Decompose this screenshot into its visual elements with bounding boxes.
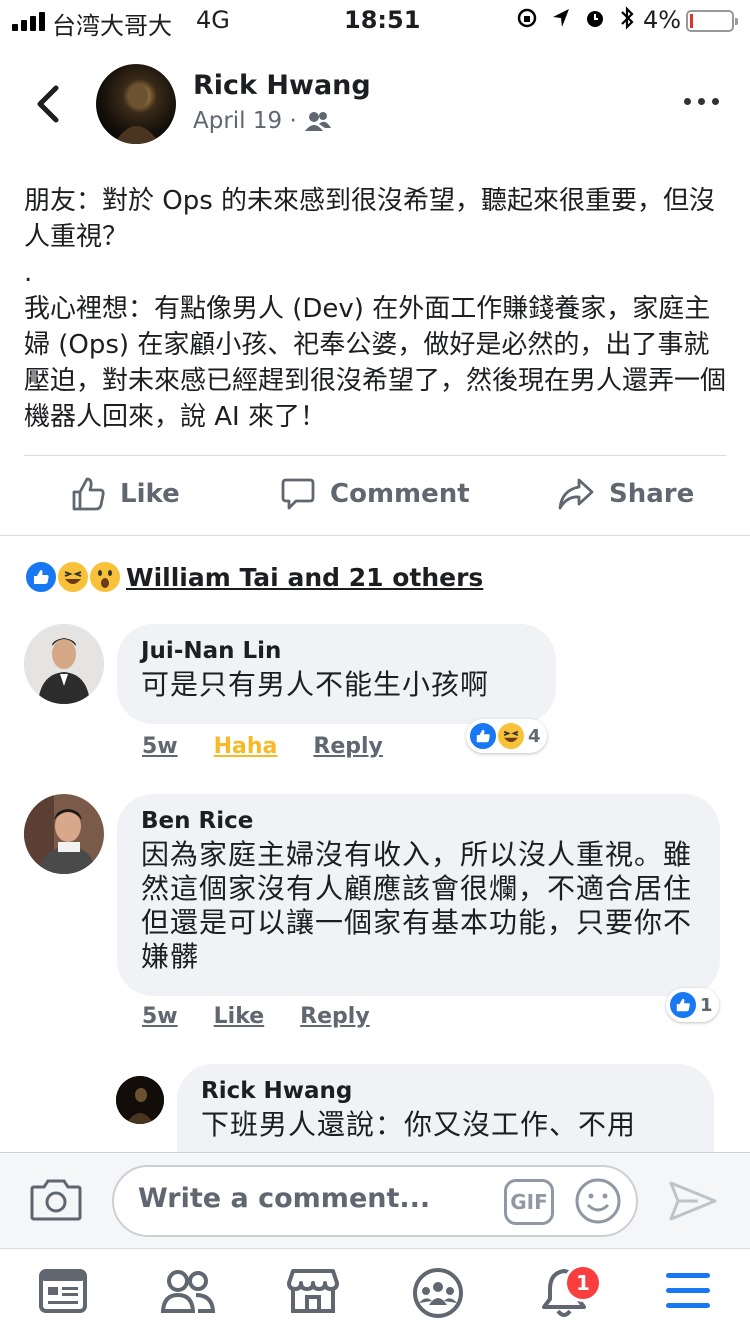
signal-icon [12,12,45,31]
like-label: Like [120,479,180,509]
comment-input-placeholder: Write a comment... [138,1183,431,1214]
comment-bubble[interactable]: Jui-Nan Lin 可是只有男人不能生小孩啊 [117,624,556,724]
friends-icon [160,1270,216,1313]
commenter-avatar[interactable] [116,1076,164,1124]
commenter-avatar[interactable] [24,794,104,874]
share-icon [558,478,594,510]
orientation-lock-icon [517,8,537,28]
haha-reaction-icon [496,721,526,751]
comment-meta: 5w Haha Reply [142,734,383,759]
comment-time[interactable]: 5w [142,734,178,759]
menu-icon [666,1273,710,1308]
chevron-left-icon [37,85,59,123]
comment-text: 可是只有男人不能生小孩啊 [141,668,490,701]
network-type: 4G [196,6,230,34]
haha-reaction-icon [56,560,90,594]
bottom-tab-bar [0,1248,750,1334]
comment-author[interactable]: Jui-Nan Lin [141,638,532,664]
tab-groups[interactable] [412,1267,464,1323]
camera-button[interactable] [30,1177,82,1225]
comment-button[interactable]: Comment [280,476,470,512]
more-options-button[interactable] [684,98,719,105]
reaction-count: 4 [528,725,541,747]
post-actions-bar: Like Comment Share [0,470,750,524]
sticker-button[interactable] [574,1177,622,1229]
comment-meta: 5w Like Reply [142,1004,370,1029]
send-button[interactable] [668,1179,718,1227]
status-bar: 台湾大哥大 4G 18:51 4% [0,0,750,40]
tab-menu[interactable] [664,1269,712,1317]
camera-icon [30,1179,82,1221]
tab-marketplace[interactable] [287,1267,339,1319]
comment-input[interactable]: Write a comment... GIF [112,1165,638,1237]
send-icon [669,1181,717,1221]
status-time: 18:51 [344,6,421,34]
battery-icon [686,10,738,32]
bluetooth-icon [621,6,634,30]
marketplace-icon [287,1269,339,1313]
divider [0,535,750,536]
like-button[interactable]: Like [70,476,180,512]
news-feed-icon [39,1269,87,1313]
share-label: Share [609,479,695,509]
comment-composer: Write a comment... GIF [0,1152,750,1248]
post-body-text: 朋友：對於 Ops 的未來感到很沒希望，聽起來很重要，但沒人重視？ . 我心裡想… [24,186,727,432]
comment-time[interactable]: 5w [142,1004,178,1029]
thumbs-up-icon [72,477,105,511]
smiley-icon [575,1178,621,1224]
post-author-name[interactable]: Rick Hwang [193,70,371,101]
comment-text: 下班男人還說：你又沒工作、不用 [201,1108,637,1141]
reaction-names: William Tai and 21 others [126,562,484,592]
comment-author[interactable]: Ben Rice [141,808,696,834]
comment-reply-button[interactable]: Reply [313,734,383,759]
comment-author[interactable]: Rick Hwang [201,1078,690,1104]
comment-like-button[interactable]: Like [214,1004,265,1029]
tab-friends[interactable] [160,1267,216,1319]
wow-reaction-icon [88,560,122,594]
comment-text: 因為家庭主婦沒有收入，所以沒人重視。雖然這個家沒有人顧應該會很爛，不適合居住但還… [141,838,693,973]
commenter-avatar[interactable] [24,624,104,704]
comment-reactions-badge[interactable]: 1 [666,988,719,1022]
reaction-count: 1 [700,994,713,1016]
author-avatar[interactable] [96,64,176,144]
carrier-name: 台湾大哥大 [52,12,172,40]
battery-percent: 4% [643,6,682,34]
alarm-icon [587,11,603,27]
comment-reactions-badge[interactable]: 4 [466,719,547,753]
comment-reaction-button[interactable]: Haha [214,734,278,759]
status-icons [516,6,635,32]
notification-badge: 1 [564,1264,602,1302]
post-date[interactable]: April 19 · [193,108,331,134]
like-reaction-icon [24,560,58,594]
like-reaction-icon [468,721,498,751]
groups-icon [413,1268,463,1318]
comment-icon [281,478,315,510]
tab-news-feed[interactable] [38,1267,88,1319]
comment-bubble[interactable]: Ben Rice 因為家庭主婦沒有收入，所以沒人重視。雖然這個家沒有人顧應該會很… [117,794,720,996]
back-button[interactable] [30,82,66,126]
gif-button[interactable]: GIF [504,1179,554,1225]
like-reaction-icon [668,990,698,1020]
comment-reply-button[interactable]: Reply [300,1004,370,1029]
location-icon [553,9,569,27]
share-button[interactable]: Share [557,476,694,512]
friends-privacy-icon [304,112,331,131]
comment-label: Comment [330,479,470,509]
post-date-text: April 19 · [193,108,297,134]
reactions-summary[interactable]: William Tai and 21 others [24,560,483,594]
divider [24,455,726,456]
